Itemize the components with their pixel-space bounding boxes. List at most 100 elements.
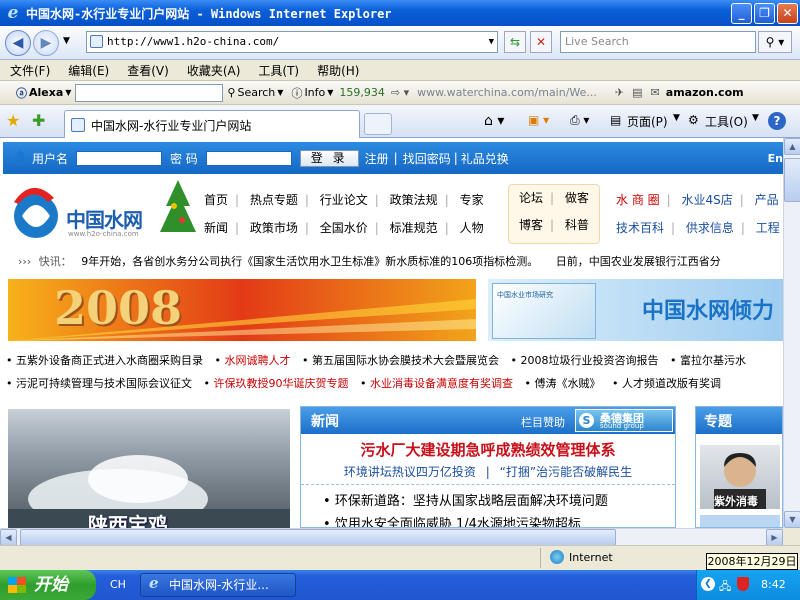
tools-dropdown-icon[interactable]: ▼	[752, 113, 759, 123]
alexa-print-icon[interactable]: ▤	[632, 86, 642, 99]
clock[interactable]: 8:42	[761, 578, 786, 591]
link-item[interactable]: 水网诚聘人才	[225, 354, 291, 367]
news-photo[interactable]: 陕西宝鸡	[8, 409, 290, 528]
scroll-left-icon[interactable]: ◀	[0, 529, 17, 546]
scroll-down-icon[interactable]: ▼	[784, 511, 800, 528]
alexa-search-input[interactable]	[75, 83, 224, 102]
network-icon[interactable]: 🖧	[719, 578, 731, 597]
alexa-related-icon[interactable]: ⇨ ▾	[391, 86, 409, 99]
link-item[interactable]: 第五届国际水协会膜技术大会暨展览会	[312, 354, 499, 367]
amazon-logo[interactable]: amazon.com	[666, 86, 744, 99]
gift-exchange-link[interactable]: 礼品兑换	[461, 150, 509, 167]
alexa-search-button[interactable]: Search	[237, 86, 275, 99]
nav-4s-store[interactable]: 水业4S店	[682, 193, 733, 207]
topic-panel-title[interactable]: 专题	[704, 414, 732, 430]
login-button[interactable]: 登 录	[299, 149, 359, 167]
topic-photo[interactable]: 紫外消毒	[700, 445, 780, 509]
vertical-scroll-thumb[interactable]	[784, 158, 800, 202]
nav-standards[interactable]: 标准规范	[390, 221, 438, 235]
news-panel-title[interactable]: 新闻	[311, 411, 339, 431]
scroll-right-icon[interactable]: ▶	[766, 529, 783, 546]
nav-experts[interactable]: 专家	[460, 193, 484, 207]
alexa-search-dropdown-icon[interactable]: ▼	[277, 88, 283, 97]
help-icon[interactable]: ?	[768, 112, 786, 130]
alexa-brand[interactable]: Alexa	[29, 86, 63, 99]
flash-item[interactable]: 日前，中国农业发展银行江西省分	[556, 255, 721, 268]
horizontal-scroll-thumb[interactable]	[20, 529, 616, 546]
tab-current[interactable]: 中国水网-水行业专业门户网站	[64, 110, 360, 138]
vertical-scrollbar[interactable]: ▲ ▼	[783, 138, 800, 528]
search-icon[interactable]: ⚲ ▾	[758, 31, 792, 53]
nav-science[interactable]: 科普	[565, 218, 589, 232]
alexa-info-dropdown-icon[interactable]: ▼	[327, 88, 333, 97]
alexa-info-button[interactable]: Info	[304, 86, 325, 99]
alexa-mail-icon[interactable]: ✉	[651, 86, 660, 99]
link-item[interactable]: 傅涛《水贼》	[535, 377, 601, 390]
new-tab-button[interactable]	[364, 113, 392, 135]
link-item[interactable]: 水业消毒设备满意度有奖调查	[370, 377, 513, 390]
menu-favorites[interactable]: 收藏夹(A)	[187, 62, 241, 79]
close-button[interactable]: ✕	[777, 3, 798, 24]
nav-forum[interactable]: 论坛	[519, 191, 543, 205]
password-input[interactable]	[205, 150, 292, 166]
news-item[interactable]: 饮用水安全面临威胁 1/4水源地污染物超标	[335, 517, 581, 527]
menu-view[interactable]: 查看(V)	[127, 62, 169, 79]
nav-hot-topics[interactable]: 热点专题	[250, 193, 298, 207]
history-dropdown-icon[interactable]: ▼	[63, 36, 70, 46]
username-input[interactable]	[75, 150, 162, 166]
sponsor-logo[interactable]: S 桑德集团 sound group	[575, 409, 673, 432]
tools-menu[interactable]: 工具(O)	[705, 113, 748, 130]
maximize-button[interactable]: ❐	[754, 3, 775, 24]
link-item[interactable]: 富拉尔基污水	[680, 354, 746, 367]
print-icon[interactable]: ⎙ ▾	[570, 113, 589, 128]
alexa-dropdown-icon[interactable]: ▼	[65, 88, 71, 97]
nav-policy-market[interactable]: 政策市场	[250, 221, 298, 235]
retrieve-password-link[interactable]: 找回密码	[403, 150, 451, 167]
tray-expand-icon[interactable]: ❮	[701, 577, 715, 591]
news-headline[interactable]: 污水厂大建设期急呼成熟绩效管理体系	[301, 439, 675, 460]
link-item[interactable]: 五紫外设备商正式进入水商圈采购目录	[16, 354, 203, 367]
nav-papers[interactable]: 行业论文	[320, 193, 368, 207]
menu-help[interactable]: 帮助(H)	[317, 62, 359, 79]
forward-arrow-icon[interactable]: ▶	[33, 30, 59, 56]
page-menu[interactable]: 页面(P)	[627, 113, 668, 130]
address-input[interactable]: http://www1.h2o-china.com/ ▼	[86, 31, 498, 53]
alexa-tool-icon[interactable]: ✈	[615, 86, 624, 99]
nav-water-price[interactable]: 全国水价	[320, 221, 368, 235]
language-indicator[interactable]: CH	[110, 578, 126, 591]
scroll-up-icon[interactable]: ▲	[784, 138, 800, 155]
nav-guest[interactable]: 做客	[565, 191, 589, 205]
taskbar-item-ie[interactable]: e 中国水网-水行业...	[140, 573, 296, 597]
home-icon[interactable]: ⌂ ▾	[484, 113, 504, 129]
english-link[interactable]: En	[768, 152, 783, 165]
nav-home[interactable]: 首页	[204, 193, 228, 207]
flash-item[interactable]: 9年开始，各省创水务分公司执行《国家生活饮用水卫生标准》新水质标准的106项指标…	[81, 255, 538, 268]
stop-icon[interactable]: ✕	[530, 31, 552, 53]
add-favorite-icon[interactable]: ✚	[32, 111, 45, 130]
register-link[interactable]: 注册	[365, 150, 389, 167]
window-title-bar[interactable]: e 中国水网-水行业专业门户网站 - Windows Internet Expl…	[0, 0, 800, 26]
nav-news[interactable]: 新闻	[204, 221, 228, 235]
minimize-button[interactable]: _	[731, 3, 752, 24]
nav-policy[interactable]: 政策法规	[390, 193, 438, 207]
page-dropdown-icon[interactable]: ▼	[673, 113, 680, 123]
link-item[interactable]: 2008垃圾行业投资咨询报告	[521, 354, 659, 367]
link-item[interactable]: 污泥可持续管理与技术国际会议征文	[16, 377, 192, 390]
nav-people[interactable]: 人物	[460, 221, 484, 235]
alexa-related-link[interactable]: www.waterchina.com/main/We...	[417, 86, 597, 99]
feed-icon[interactable]: ▣ ▾	[528, 113, 549, 127]
news-sub-2[interactable]: “打捆”治污能否破解民生	[500, 465, 632, 479]
nav-blog[interactable]: 博客	[519, 218, 543, 232]
back-arrow-icon[interactable]: ◀	[5, 30, 31, 56]
banner-china-water[interactable]: 中国水业市场研究 中国水网倾力	[488, 279, 783, 341]
nav-supply-demand[interactable]: 供求信息	[686, 221, 734, 235]
favorites-star-icon[interactable]: ★	[6, 111, 20, 130]
nav-products[interactable]: 产品	[755, 193, 779, 207]
start-button[interactable]: 开始	[0, 570, 96, 600]
news-sub-1[interactable]: 环境讲坛热议四万亿投资	[344, 465, 476, 479]
link-item[interactable]: 人才频道改版有奖调	[622, 377, 721, 390]
link-item[interactable]: 许保玖教授90华诞庆贺专题	[214, 377, 349, 390]
nav-water-business[interactable]: 水 商 圈	[616, 193, 660, 207]
news-item[interactable]: 环保新道路：坚持从国家战略层面解决环境问题	[335, 494, 608, 509]
nav-projects[interactable]: 工程	[756, 221, 780, 235]
